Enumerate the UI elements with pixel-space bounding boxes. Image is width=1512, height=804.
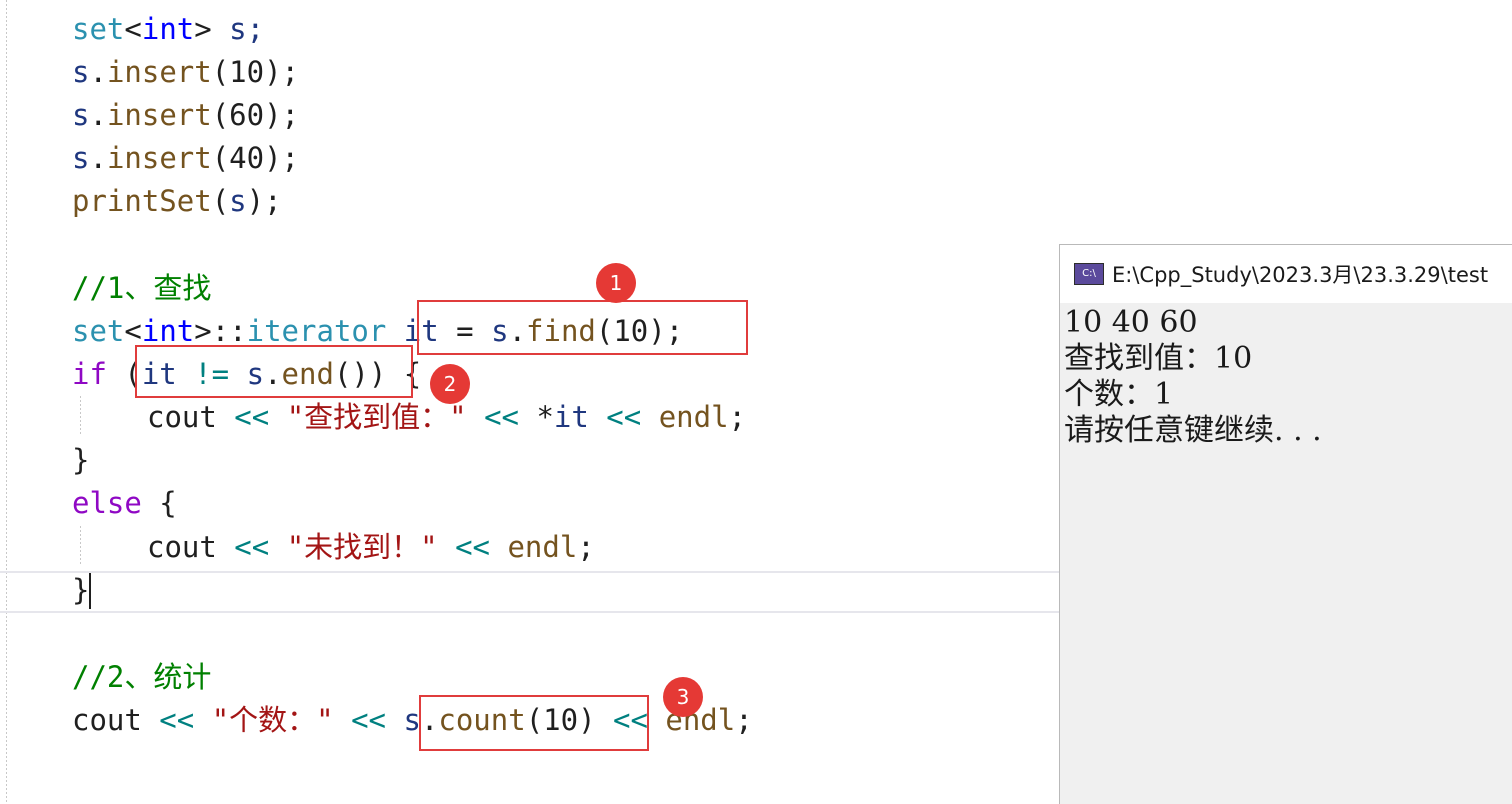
text-caret — [89, 573, 91, 609]
console-output: 10 40 60 查找到值：10 个数：1 请按任意键继续. . . — [1064, 305, 1322, 449]
console-output-line: 查找到值：10 — [1064, 341, 1253, 376]
annotation-badge-3: 3 — [663, 677, 703, 717]
console-title-bar[interactable]: C:\ E:\Cpp_Study\2023.3月\23.3.29\test — [1060, 245, 1512, 303]
console-output-line: 10 40 60 — [1064, 305, 1198, 340]
annotation-badge-1: 1 — [596, 263, 636, 303]
code-line-count[interactable]: cout << "个数：" << s.count(10) << endl; — [72, 700, 753, 740]
annotation-badge-2: 2 — [430, 364, 470, 404]
comment-count[interactable]: //2、统计 — [72, 657, 211, 697]
code-line-close-brace[interactable]: } — [72, 440, 89, 480]
comment-find[interactable]: //1、查找 — [72, 268, 211, 308]
code-line-1[interactable]: set<int> s; — [72, 9, 264, 49]
console-output-line: 个数：1 — [1064, 377, 1174, 412]
code-line-else[interactable]: else { — [72, 483, 177, 523]
highlight-box-end — [135, 345, 413, 398]
code-line-close-brace-2[interactable]: } — [72, 570, 89, 610]
indent-guide — [80, 526, 81, 566]
highlight-box-find — [417, 300, 748, 355]
code-line-3[interactable]: s.insert(60); — [72, 95, 299, 135]
console-output-line: 请按任意键继续. . . — [1064, 413, 1322, 448]
highlight-box-count — [419, 695, 649, 751]
console-icon: C:\ — [1074, 263, 1104, 285]
code-line-4[interactable]: s.insert(40); — [72, 138, 299, 178]
console-title: E:\Cpp_Study\2023.3月\23.3.29\test — [1112, 263, 1489, 287]
indent-guide — [6, 0, 7, 804]
code-line-cout-notfound[interactable]: cout << "未找到！" << endl; — [147, 527, 595, 567]
current-line-highlight — [0, 571, 1060, 613]
code-line-5[interactable]: printSet(s); — [72, 181, 282, 221]
code-line-2[interactable]: s.insert(10); — [72, 52, 299, 92]
console-window[interactable]: C:\ E:\Cpp_Study\2023.3月\23.3.29\test 10… — [1059, 244, 1512, 804]
indent-guide — [80, 396, 81, 436]
